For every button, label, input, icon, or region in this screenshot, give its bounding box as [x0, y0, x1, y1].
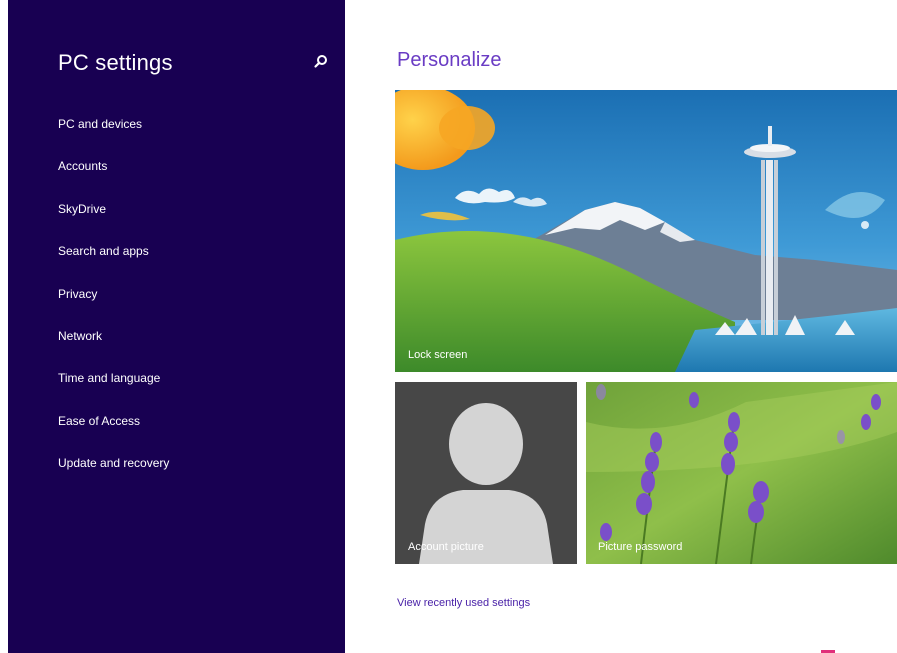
- sidebar: PC settings PC and devices Accounts SkyD…: [8, 0, 345, 653]
- picture-password-tile[interactable]: Picture password: [586, 382, 897, 564]
- sidebar-item-network[interactable]: Network: [58, 328, 318, 370]
- user-avatar-icon: [419, 403, 553, 564]
- lock-screen-label: Lock screen: [408, 349, 468, 361]
- lock-screen-tile[interactable]: Lock screen: [395, 90, 897, 372]
- sidebar-item-time-and-language[interactable]: Time and language: [58, 370, 318, 412]
- lock-screen-image: [395, 90, 897, 372]
- view-recent-settings-link[interactable]: View recently used settings: [397, 597, 530, 609]
- search-button[interactable]: [310, 52, 330, 72]
- sidebar-item-ease-of-access[interactable]: Ease of Access: [58, 413, 318, 455]
- sidebar-nav: PC and devices Accounts SkyDrive Search …: [58, 116, 318, 498]
- picture-password-label: Picture password: [598, 541, 683, 553]
- sidebar-item-update-and-recovery[interactable]: Update and recovery: [58, 455, 318, 497]
- account-picture-label: Account picture: [408, 541, 484, 553]
- sidebar-item-accounts[interactable]: Accounts: [58, 158, 318, 200]
- search-icon: [314, 55, 327, 68]
- sidebar-item-pc-and-devices[interactable]: PC and devices: [58, 116, 318, 158]
- page-title: Personalize: [397, 49, 502, 71]
- sidebar-title: PC settings: [58, 50, 173, 75]
- lavender-image: [586, 382, 897, 564]
- sidebar-item-skydrive[interactable]: SkyDrive: [58, 201, 318, 243]
- account-picture-tile[interactable]: Account picture: [395, 382, 577, 564]
- sidebar-item-privacy[interactable]: Privacy: [58, 286, 318, 328]
- sidebar-item-search-and-apps[interactable]: Search and apps: [58, 243, 318, 285]
